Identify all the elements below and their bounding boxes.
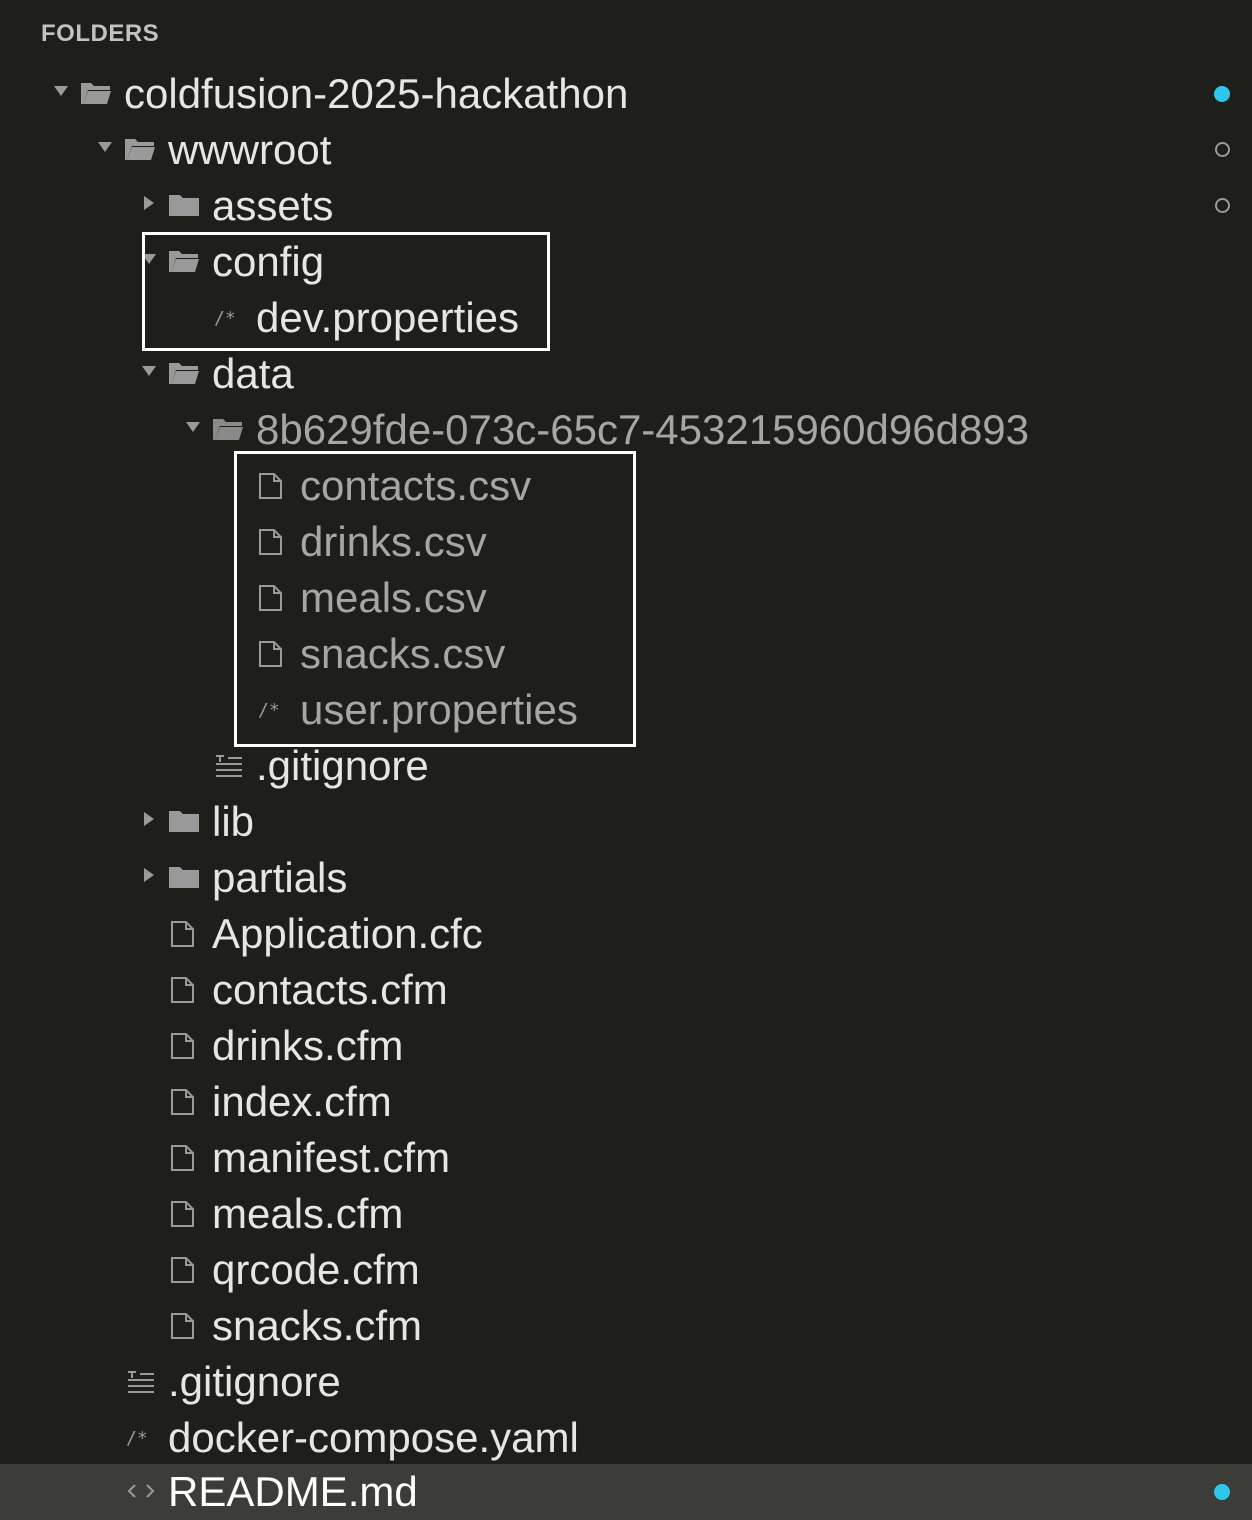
tree-item-root[interactable]: coldfusion-2025-hackathon (0, 66, 1252, 122)
tree-item-label: data (212, 350, 294, 397)
tree-item-config[interactable]: config (0, 234, 1252, 290)
tree-item-label: user.properties (300, 686, 578, 733)
file-icon (170, 920, 202, 948)
tree-item-docker-compose[interactable]: /* docker-compose.yaml (0, 1410, 1252, 1466)
comment-file-icon: /* (258, 696, 290, 724)
tree-item-label: snacks.csv (300, 630, 506, 677)
folder-icon (168, 864, 200, 892)
tree-item-label: wwwroot (168, 126, 332, 173)
file-icon (170, 1200, 202, 1228)
folder-open-icon (124, 136, 156, 164)
chevron-down-icon[interactable] (142, 366, 156, 376)
tree-item-meals-cfm[interactable]: meals.cfm (0, 1186, 1252, 1242)
tree-item-label: drinks.csv (300, 518, 487, 565)
tree-item-snacks-csv[interactable]: snacks.csv (0, 626, 1252, 682)
file-icon (170, 976, 202, 1004)
tree-item-snacks-cfm[interactable]: snacks.cfm (0, 1298, 1252, 1354)
file-icon (258, 640, 290, 668)
tree-item-label: dev.properties (256, 294, 520, 341)
chevron-down-icon[interactable] (186, 422, 200, 432)
tree-item-label: snacks.cfm (212, 1302, 423, 1349)
tree-item-index-cfm[interactable]: index.cfm (0, 1074, 1252, 1130)
folder-open-icon (80, 80, 112, 108)
comment-file-icon: /* (126, 1424, 158, 1452)
untracked-indicator (1215, 142, 1230, 157)
tree-item-qrcode-cfm[interactable]: qrcode.cfm (0, 1242, 1252, 1298)
folder-sidebar: FOLDERS coldfusion-2025-hackathon wwwroo… (0, 0, 1252, 1520)
tree-item-label: Application.cfc (212, 910, 483, 957)
chevron-down-icon[interactable] (98, 142, 112, 152)
tree-item-label: meals.cfm (212, 1190, 404, 1237)
text-file-icon (214, 752, 246, 780)
tree-item-contacts-csv[interactable]: contacts.csv (0, 458, 1252, 514)
tree-item-label: partials (212, 854, 348, 901)
tree-item-label: config (212, 238, 325, 285)
tree-item-application-cfc[interactable]: Application.cfc (0, 906, 1252, 962)
sidebar-header: FOLDERS (41, 20, 160, 47)
tree-item-drinks-csv[interactable]: drinks.csv (0, 514, 1252, 570)
file-icon (170, 1312, 202, 1340)
modified-indicator (1214, 86, 1230, 102)
tree-item-label: assets (212, 182, 334, 229)
tree-item-label: manifest.cfm (212, 1134, 451, 1181)
tree-item-label: .gitignore (256, 742, 429, 789)
tree-item-root-gitignore[interactable]: .gitignore (0, 1354, 1252, 1410)
chevron-down-icon[interactable] (142, 254, 156, 264)
tree-item-assets[interactable]: assets (0, 178, 1252, 234)
file-icon (258, 528, 290, 556)
folder-open-icon (168, 360, 200, 388)
tree-item-label: coldfusion-2025-hackathon (124, 70, 629, 117)
svg-text:/*: /* (214, 308, 236, 329)
tree-item-dev-properties[interactable]: /* dev.properties (0, 290, 1252, 346)
tree-item-label: qrcode.cfm (212, 1246, 420, 1293)
tree-item-label: contacts.csv (300, 462, 532, 509)
file-icon (170, 1032, 202, 1060)
file-icon (170, 1144, 202, 1172)
chevron-right-icon[interactable] (144, 196, 154, 210)
tree-item-label: lib (212, 798, 255, 845)
tree-item-label: 8b629fde-073c-65c7-453215960d96d893 (256, 406, 1030, 453)
tree-item-lib[interactable]: lib (0, 794, 1252, 850)
tree-item-label: docker-compose.yaml (168, 1414, 579, 1461)
tree-item-manifest-cfm[interactable]: manifest.cfm (0, 1130, 1252, 1186)
svg-text:/*: /* (258, 700, 280, 721)
tree-item-readme[interactable]: README.md (0, 1464, 1252, 1520)
tree-item-data-gitignore[interactable]: .gitignore (0, 738, 1252, 794)
file-icon (170, 1088, 202, 1116)
code-brackets-icon (126, 1478, 158, 1506)
folder-icon (168, 808, 200, 836)
tree-item-partials[interactable]: partials (0, 850, 1252, 906)
comment-file-icon: /* (214, 304, 246, 332)
tree-item-label: README.md (168, 1468, 418, 1515)
untracked-indicator (1215, 198, 1230, 213)
tree-item-drinks-cfm[interactable]: drinks.cfm (0, 1018, 1252, 1074)
tree-item-label: .gitignore (168, 1358, 341, 1405)
tree-item-label: meals.csv (300, 574, 487, 621)
tree-item-contacts-cfm[interactable]: contacts.cfm (0, 962, 1252, 1018)
tree-item-meals-csv[interactable]: meals.csv (0, 570, 1252, 626)
text-file-icon (126, 1368, 158, 1396)
folder-open-icon (168, 248, 200, 276)
tree-item-label: index.cfm (212, 1078, 392, 1125)
modified-indicator (1214, 1484, 1230, 1500)
tree-item-wwwroot[interactable]: wwwroot (0, 122, 1252, 178)
tree-item-label: drinks.cfm (212, 1022, 404, 1069)
tree-item-session-folder[interactable]: 8b629fde-073c-65c7-453215960d96d893 (0, 402, 1252, 458)
svg-text:/*: /* (126, 1428, 148, 1449)
chevron-right-icon[interactable] (144, 868, 154, 882)
folder-icon (168, 192, 200, 220)
folder-open-icon (212, 416, 244, 444)
chevron-right-icon[interactable] (144, 812, 154, 826)
tree-item-label: contacts.cfm (212, 966, 448, 1013)
tree-item-user-properties[interactable]: /* user.properties (0, 682, 1252, 738)
file-icon (170, 1256, 202, 1284)
chevron-down-icon[interactable] (54, 86, 68, 96)
tree-item-data[interactable]: data (0, 346, 1252, 402)
file-icon (258, 584, 290, 612)
file-icon (258, 472, 290, 500)
